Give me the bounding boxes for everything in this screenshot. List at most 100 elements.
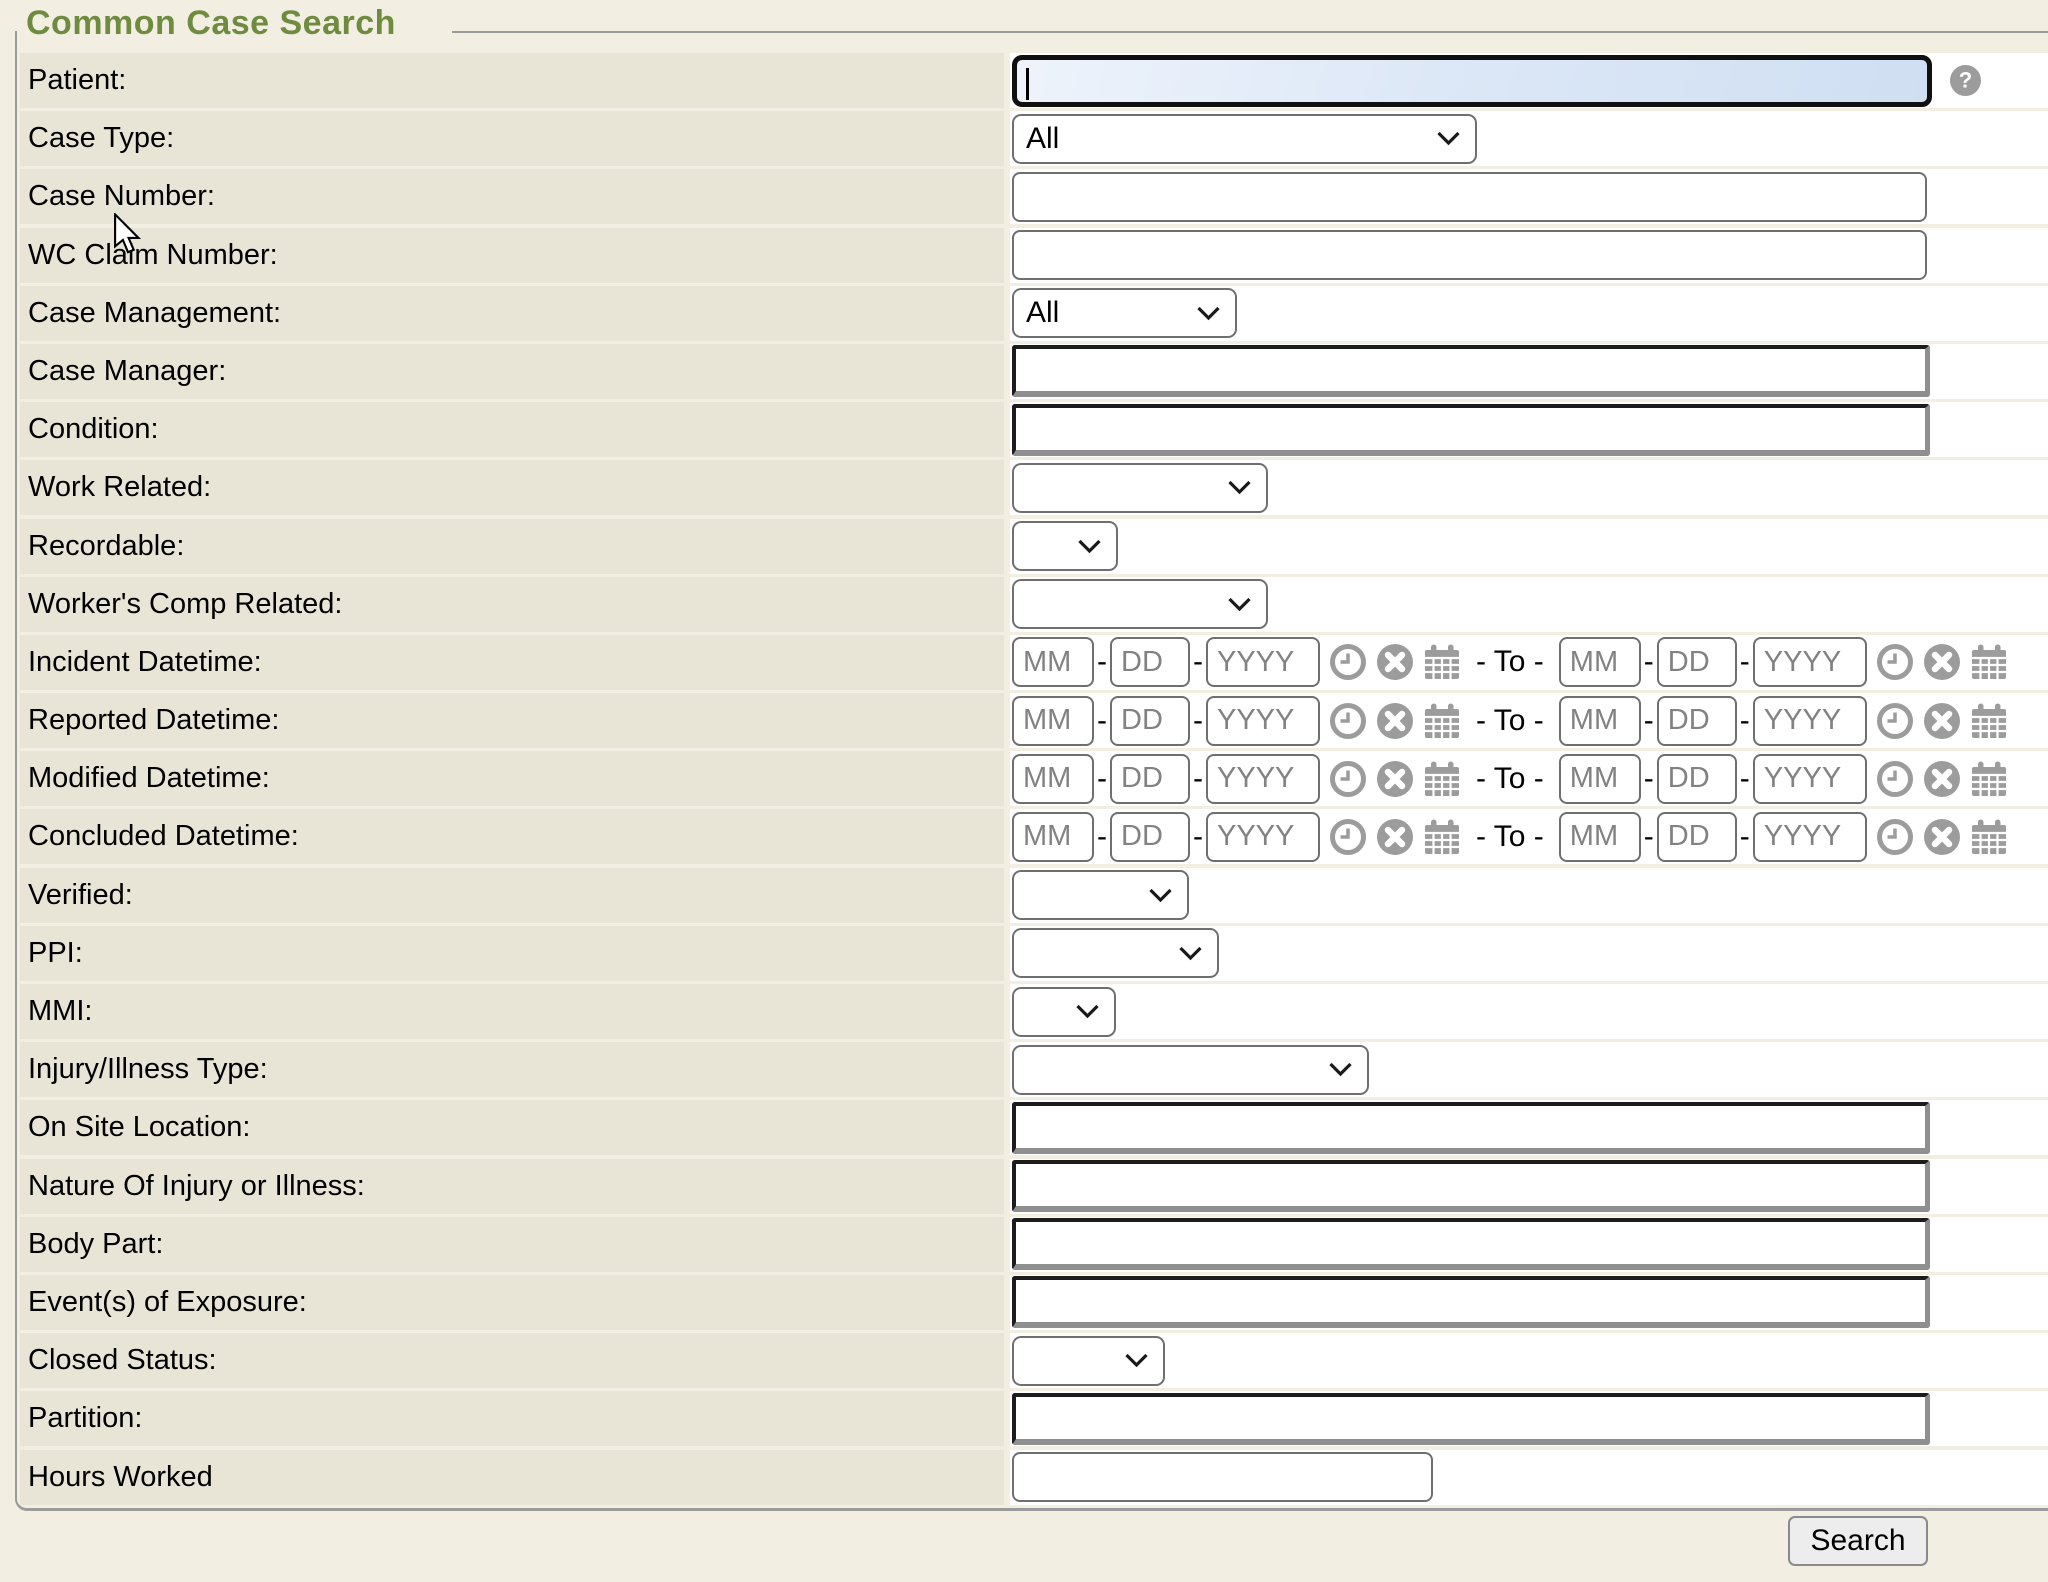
field-cell-worker-s-comp-related (1010, 577, 2048, 632)
reported-datetime-to-year-input[interactable] (1753, 696, 1867, 746)
dash-separator: - (1097, 704, 1107, 738)
clear-x-icon[interactable] (1376, 643, 1414, 681)
recordable-select[interactable] (1012, 521, 1118, 571)
incident-datetime-to-month-input[interactable] (1559, 637, 1641, 687)
clear-x-icon[interactable] (1923, 818, 1961, 856)
calendar-icon[interactable] (1423, 643, 1461, 681)
clock-icon[interactable] (1329, 643, 1367, 681)
clear-x-icon[interactable] (1923, 702, 1961, 740)
dash-separator: - (1193, 762, 1203, 796)
calendar-icon[interactable] (1970, 643, 2008, 681)
concluded-datetime-from-day-input[interactable] (1110, 812, 1190, 862)
ppi-select[interactable] (1012, 928, 1219, 978)
concluded-datetime-from-year-input[interactable] (1206, 812, 1320, 862)
case-manager-input[interactable] (1012, 345, 1930, 397)
incident-datetime-to-day-input[interactable] (1657, 637, 1737, 687)
calendar-icon[interactable] (1423, 760, 1461, 798)
injury-illness-type-select[interactable] (1012, 1045, 1369, 1095)
clock-icon[interactable] (1876, 643, 1914, 681)
patient-input[interactable] (1012, 55, 1932, 107)
field-cell-patient: ? (1010, 53, 2048, 108)
modified-datetime-from-year-input[interactable] (1206, 754, 1320, 804)
chevron-down-icon (1148, 888, 1173, 903)
clock-icon[interactable] (1876, 818, 1914, 856)
form-row-modified-datetime: Modified Datetime:--- To --- (20, 751, 2048, 806)
calendar-icon[interactable] (1970, 760, 2008, 798)
concluded-datetime-to-year-input[interactable] (1753, 812, 1867, 862)
chevron-down-icon (1196, 306, 1221, 321)
mmi-select[interactable] (1012, 987, 1116, 1037)
page-title: Common Case Search (26, 4, 396, 43)
field-label-case-type: Case Type: (20, 111, 1004, 166)
modified-datetime-to-month-input[interactable] (1559, 754, 1641, 804)
form-row-hours-worked: Hours Worked (20, 1450, 2048, 1505)
wc-claim-number-input[interactable] (1012, 230, 1927, 280)
field-label-case-manager: Case Manager: (20, 344, 1004, 399)
dash-separator: - (1740, 645, 1750, 679)
modified-datetime-to-day-input[interactable] (1657, 754, 1737, 804)
form-row-case-number: Case Number: (20, 169, 2048, 224)
reported-datetime-to-day-input[interactable] (1657, 696, 1737, 746)
case-type-select[interactable]: All (1012, 114, 1477, 164)
clock-icon[interactable] (1876, 760, 1914, 798)
clear-x-icon[interactable] (1923, 643, 1961, 681)
calendar-icon[interactable] (1970, 818, 2008, 856)
dash-separator: - (1740, 762, 1750, 796)
closed-status-select[interactable] (1012, 1336, 1165, 1386)
reported-datetime-from-month-input[interactable] (1012, 696, 1094, 746)
work-related-select[interactable] (1012, 463, 1268, 513)
hours-worked-input[interactable] (1012, 1452, 1433, 1502)
modified-datetime-to-year-input[interactable] (1753, 754, 1867, 804)
calendar-icon[interactable] (1970, 702, 2008, 740)
calendar-icon[interactable] (1423, 702, 1461, 740)
clear-x-icon[interactable] (1376, 760, 1414, 798)
condition-input[interactable] (1012, 404, 1930, 456)
form-row-ppi: PPI: (20, 926, 2048, 981)
partition-input[interactable] (1012, 1393, 1930, 1445)
reported-datetime-to-month-input[interactable] (1559, 696, 1641, 746)
clear-x-icon[interactable] (1923, 760, 1961, 798)
case-management-select[interactable]: All (1012, 288, 1237, 338)
body-part-input[interactable] (1012, 1218, 1930, 1270)
verified-select[interactable] (1012, 870, 1189, 920)
help-icon[interactable]: ? (1950, 65, 1981, 96)
clear-x-icon[interactable] (1376, 818, 1414, 856)
field-label-incident-datetime: Incident Datetime: (20, 635, 1004, 690)
incident-datetime-to-year-input[interactable] (1753, 637, 1867, 687)
on-site-location-input[interactable] (1012, 1102, 1930, 1154)
field-cell-concluded-datetime: --- To --- (1010, 809, 2048, 864)
calendar-icon[interactable] (1423, 818, 1461, 856)
reported-datetime-from-year-input[interactable] (1206, 696, 1320, 746)
field-cell-case-management: All (1010, 286, 2048, 341)
worker-s-comp-related-select[interactable] (1012, 579, 1268, 629)
concluded-datetime-from-month-input[interactable] (1012, 812, 1094, 862)
incident-datetime-from-month-input[interactable] (1012, 637, 1094, 687)
concluded-datetime-to-month-input[interactable] (1559, 812, 1641, 862)
chevron-down-icon (1227, 597, 1252, 612)
selected-value: All (1026, 122, 1428, 156)
date-range-to-label: - To - (1476, 704, 1544, 738)
case-number-input[interactable] (1012, 172, 1927, 222)
clock-icon[interactable] (1329, 702, 1367, 740)
concluded-datetime-to-day-input[interactable] (1657, 812, 1737, 862)
form-row-verified: Verified: (20, 868, 2048, 923)
clock-icon[interactable] (1329, 818, 1367, 856)
form-row-closed-status: Closed Status: (20, 1333, 2048, 1388)
dash-separator: - (1193, 704, 1203, 738)
modified-datetime-from-month-input[interactable] (1012, 754, 1094, 804)
event-s-of-exposure-input[interactable] (1012, 1276, 1930, 1328)
incident-datetime-from-year-input[interactable] (1206, 637, 1320, 687)
search-button[interactable]: Search (1788, 1516, 1928, 1566)
incident-datetime-from-day-input[interactable] (1110, 637, 1190, 687)
clock-icon[interactable] (1329, 760, 1367, 798)
chevron-down-icon (1328, 1062, 1353, 1077)
nature-of-injury-or-illness-input[interactable] (1012, 1160, 1930, 1212)
reported-datetime-from-day-input[interactable] (1110, 696, 1190, 746)
modified-datetime-from-day-input[interactable] (1110, 754, 1190, 804)
field-cell-incident-datetime: --- To --- (1010, 635, 2048, 690)
field-label-case-management: Case Management: (20, 286, 1004, 341)
clock-icon[interactable] (1876, 702, 1914, 740)
field-label-worker-s-comp-related: Worker's Comp Related: (20, 577, 1004, 632)
chevron-down-icon (1227, 480, 1252, 495)
clear-x-icon[interactable] (1376, 702, 1414, 740)
